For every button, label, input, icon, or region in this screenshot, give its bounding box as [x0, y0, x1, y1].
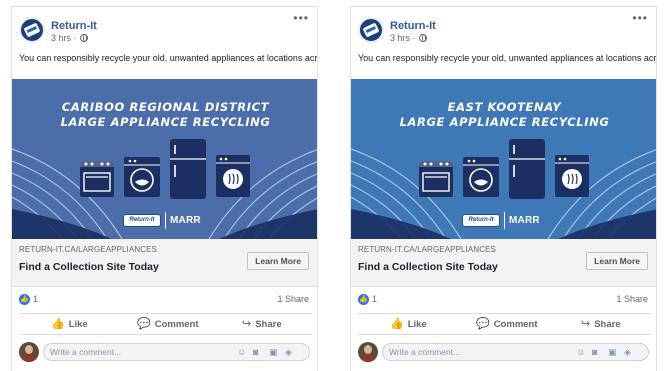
washing-machine-icon	[124, 157, 160, 197]
post-actions: 👍 Like 💬 Comment ↪ Share	[19, 313, 312, 335]
stove-icon	[419, 161, 453, 197]
page-name-link[interactable]: Return-It	[390, 20, 436, 32]
comment-label: Comment	[493, 319, 538, 330]
share-count[interactable]: 1 Share	[616, 294, 648, 304]
marr-logo: MARR	[170, 215, 201, 226]
banner-logos: Return-It MARR	[12, 212, 317, 230]
thumbs-up-icon: 👍	[51, 318, 65, 330]
reaction-counts: 👍 1 1 Share	[12, 291, 317, 309]
like-label: Like	[407, 319, 427, 330]
share-button[interactable]: ↪ Share	[242, 317, 282, 332]
link-preview[interactable]: RETURN-IT.CA/LARGEAPPLIANCES Find a Coll…	[12, 239, 317, 287]
ad-banner-image[interactable]: CARIBOO REGIONAL DISTRICT LARGE APPLIANC…	[12, 79, 317, 239]
link-title[interactable]: Find a Collection Site Today	[19, 261, 159, 273]
page-avatar[interactable]	[19, 17, 45, 43]
facebook-post-east-kootenay: Return-It 3 hrs · ••• You can responsibl…	[350, 6, 657, 371]
post-time[interactable]: 3 hrs	[51, 33, 71, 43]
share-label: Share	[255, 319, 282, 330]
comment-bubble-icon: 💬	[476, 318, 490, 330]
post-text: You can responsibly recycle your old, un…	[19, 53, 318, 63]
like-button[interactable]: 👍 Like	[51, 317, 88, 332]
comment-button[interactable]: 💬 Comment	[137, 317, 199, 332]
like-count[interactable]: 1	[33, 294, 38, 304]
return-it-logo: Return-It	[462, 214, 500, 227]
sticker-icon[interactable]: ◈	[285, 347, 292, 357]
like-button[interactable]: 👍 Like	[390, 317, 427, 332]
link-url: RETURN-IT.CA/LARGEAPPLIANCES	[358, 245, 496, 254]
post-meta: 3 hrs ·	[390, 33, 428, 43]
gif-icon[interactable]: ▣	[269, 347, 278, 357]
link-title[interactable]: Find a Collection Site Today	[358, 261, 498, 273]
user-avatar[interactable]	[19, 342, 39, 362]
ad-banner-image[interactable]: EAST KOOTENAY LARGE APPLIANCE RECYCLING …	[351, 79, 656, 239]
link-url: RETURN-IT.CA/LARGEAPPLIANCES	[19, 245, 157, 254]
banner-title-region: CARIBOO REGIONAL DISTRICT	[61, 100, 270, 114]
user-avatar[interactable]	[358, 342, 378, 362]
like-reaction-icon[interactable]: 👍	[358, 294, 369, 305]
learn-more-button[interactable]: Learn More	[247, 252, 309, 270]
refrigerator-icon	[509, 139, 545, 199]
logo-divider	[504, 212, 505, 229]
learn-more-button[interactable]: Learn More	[586, 252, 648, 270]
comment-label: Comment	[154, 319, 199, 330]
sticker-icon[interactable]: ◈	[624, 347, 631, 357]
facebook-post-cariboo: Return-It 3 hrs · ••• You can responsibl…	[11, 6, 318, 371]
link-preview[interactable]: RETURN-IT.CA/LARGEAPPLIANCES Find a Coll…	[351, 239, 656, 287]
emoji-icon[interactable]: ☺	[576, 347, 585, 357]
post-text: You can responsibly recycle your old, un…	[358, 53, 657, 63]
post-header: Return-It 3 hrs · •••	[351, 7, 656, 47]
banner-logos: Return-It MARR	[351, 212, 656, 230]
banner-title-program: LARGE APPLIANCE RECYCLING	[60, 115, 271, 129]
reaction-counts: 👍 1 1 Share	[351, 291, 656, 309]
share-arrow-icon: ↪	[242, 318, 252, 330]
like-reaction-icon[interactable]: 👍	[19, 294, 30, 305]
share-label: Share	[594, 319, 621, 330]
post-time[interactable]: 3 hrs	[390, 33, 410, 43]
logo-divider	[165, 212, 166, 229]
share-button[interactable]: ↪ Share	[581, 317, 621, 332]
emoji-icon[interactable]: ☺	[237, 347, 246, 357]
globe-icon	[80, 34, 89, 42]
dryer-icon	[216, 155, 250, 197]
camera-icon[interactable]: ◙	[253, 347, 258, 357]
comment-composer: ☺ ◙ ▣ ◈	[12, 340, 317, 364]
comment-bubble-icon: 💬	[137, 318, 151, 330]
post-meta: 3 hrs ·	[51, 33, 89, 43]
stove-icon	[80, 161, 114, 197]
more-options-icon[interactable]: •••	[293, 12, 309, 24]
post-header: Return-It 3 hrs · •••	[12, 7, 317, 47]
camera-icon[interactable]: ◙	[592, 347, 597, 357]
page-name-link[interactable]: Return-It	[51, 20, 97, 32]
washing-machine-icon	[463, 157, 499, 197]
share-arrow-icon: ↪	[581, 318, 591, 330]
page-avatar[interactable]	[358, 17, 384, 43]
share-count[interactable]: 1 Share	[277, 294, 309, 304]
gif-icon[interactable]: ▣	[608, 347, 617, 357]
more-options-icon[interactable]: •••	[632, 12, 648, 24]
comment-composer: ☺ ◙ ▣ ◈	[351, 340, 656, 364]
thumbs-up-icon: 👍	[390, 318, 404, 330]
dryer-icon	[555, 155, 589, 197]
marr-logo: MARR	[509, 215, 540, 226]
like-label: Like	[68, 319, 88, 330]
like-count[interactable]: 1	[372, 294, 377, 304]
banner-title-program: LARGE APPLIANCE RECYCLING	[399, 115, 610, 129]
post-actions: 👍 Like 💬 Comment ↪ Share	[358, 313, 651, 335]
comment-button[interactable]: 💬 Comment	[476, 317, 538, 332]
banner-title-region: EAST KOOTENAY	[447, 100, 562, 114]
refrigerator-icon	[170, 139, 206, 199]
return-it-logo: Return-It	[123, 214, 161, 227]
globe-icon	[419, 34, 428, 42]
